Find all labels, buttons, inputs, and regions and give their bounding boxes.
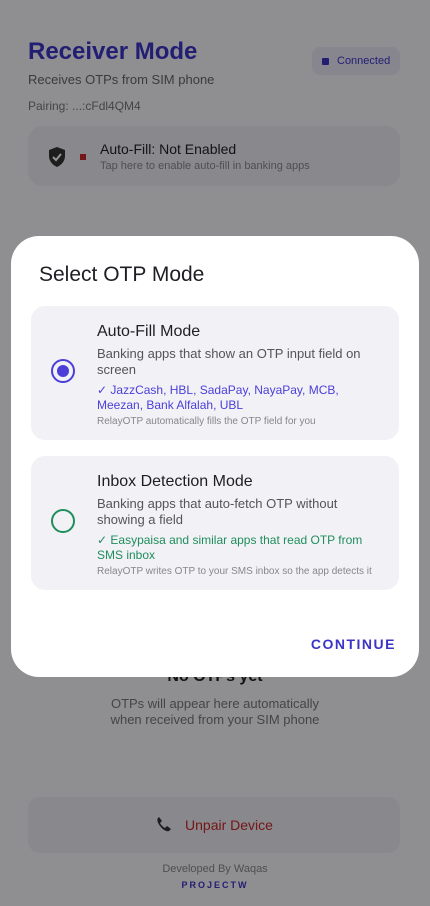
option-apps: ✓ Easypaisa and similar apps that read O… <box>97 533 363 562</box>
option-description: Banking apps that auto-fetch OTP without… <box>97 496 338 527</box>
option-inbox-detection-mode[interactable]: Inbox Detection Mode Banking apps that a… <box>31 456 399 590</box>
option-apps: ✓ JazzCash, HBL, SadaPay, NayaPay, MCB, … <box>97 383 339 412</box>
option-name: Inbox Detection Mode <box>97 473 253 490</box>
radio-unselected-icon[interactable] <box>51 509 75 533</box>
radio-selected-icon[interactable] <box>51 359 75 383</box>
option-autofill-mode[interactable]: Auto-Fill Mode Banking apps that show an… <box>31 306 399 440</box>
continue-button[interactable]: CONTINUE <box>311 636 396 652</box>
option-note: RelayOTP writes OTP to your SMS inbox so… <box>97 566 372 577</box>
select-otp-mode-dialog: Select OTP Mode Auto-Fill Mode Banking a… <box>11 236 419 677</box>
option-note: RelayOTP automatically fills the OTP fie… <box>97 416 316 427</box>
dialog-title: Select OTP Mode <box>39 263 205 286</box>
option-description: Banking apps that show an OTP input fiel… <box>97 346 361 377</box>
option-name: Auto-Fill Mode <box>97 323 201 340</box>
